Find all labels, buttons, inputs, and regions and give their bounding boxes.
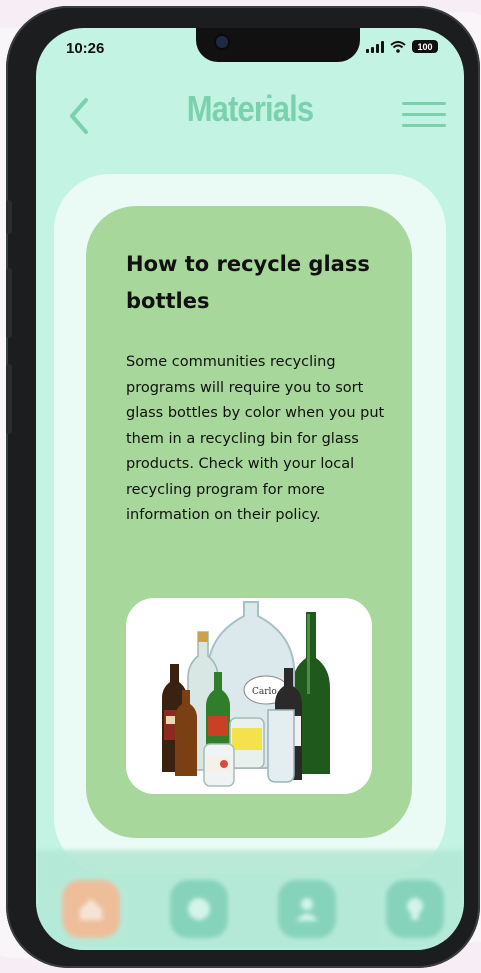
nav-explore[interactable] bbox=[170, 880, 228, 938]
nav-tips[interactable] bbox=[386, 880, 444, 938]
nav-home[interactable] bbox=[62, 880, 120, 938]
menu-button[interactable] bbox=[402, 102, 446, 128]
wifi-icon bbox=[390, 40, 406, 53]
user-icon bbox=[296, 898, 318, 921]
page-title: Materials bbox=[186, 88, 314, 129]
card-title: How to recycle glass bottles bbox=[126, 252, 370, 313]
status-icons: 100 bbox=[366, 40, 438, 53]
hamburger-icon-bar bbox=[402, 102, 446, 105]
volume-up-button bbox=[6, 268, 12, 338]
status-time: 10:26 bbox=[66, 40, 105, 57]
notch bbox=[196, 28, 360, 62]
card-body: Some communities recycling programs will… bbox=[126, 354, 385, 523]
battery-icon: 100 bbox=[412, 40, 438, 53]
hamburger-icon-bar bbox=[402, 124, 446, 127]
material-card: How to recycle glass bottles Some commun… bbox=[86, 206, 412, 838]
nav-profile[interactable] bbox=[278, 880, 336, 938]
mute-switch bbox=[6, 200, 12, 234]
signal-icon bbox=[366, 40, 384, 53]
svg-text:Carlo: Carlo bbox=[252, 687, 277, 697]
home-icon bbox=[80, 899, 102, 920]
hamburger-icon-bar bbox=[402, 113, 446, 116]
glass-bottles-image: Carlo bbox=[126, 598, 372, 794]
bottom-nav-bar bbox=[36, 850, 464, 950]
compass-icon bbox=[188, 898, 210, 920]
app-screen: 10:26 100 Materials How to recycle glass… bbox=[36, 28, 464, 950]
volume-down-button bbox=[6, 364, 12, 434]
lightbulb-icon bbox=[407, 898, 423, 920]
front-camera bbox=[216, 36, 228, 48]
